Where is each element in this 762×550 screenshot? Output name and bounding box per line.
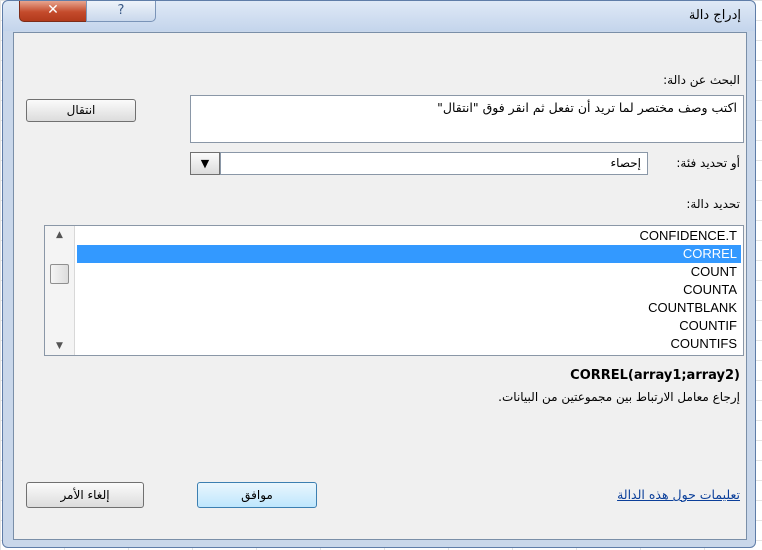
function-description: إرجاع معامل الارتباط بين مجموعتين من الب… bbox=[498, 390, 740, 404]
category-label: أو تحديد فئة: bbox=[676, 156, 740, 170]
function-list-item[interactable]: COUNTBLANK bbox=[77, 299, 741, 317]
ok-button[interactable]: موافق bbox=[197, 482, 317, 508]
category-select[interactable]: إحصاء bbox=[220, 152, 648, 175]
function-list-item[interactable]: COUNTIFS bbox=[77, 335, 741, 353]
close-button[interactable]: ✕ bbox=[19, 1, 87, 22]
function-list-item[interactable]: CONFIDENCE.T bbox=[77, 227, 741, 245]
scroll-thumb[interactable] bbox=[50, 264, 69, 284]
function-list-item[interactable]: COUNTIF bbox=[77, 317, 741, 335]
list-scrollbar[interactable]: ▲ ▼ bbox=[45, 226, 75, 355]
help-icon: ? bbox=[117, 3, 125, 18]
search-label: البحث عن دالة: bbox=[663, 73, 740, 87]
scroll-down-icon[interactable]: ▼ bbox=[45, 337, 74, 355]
close-icon: ✕ bbox=[47, 2, 59, 18]
function-list-item[interactable]: CORREL bbox=[77, 245, 741, 263]
search-input[interactable]: اكتب وصف مختصر لما تريد أن تفعل ثم انقر … bbox=[190, 95, 744, 143]
chevron-down-icon: ▼ bbox=[200, 157, 210, 170]
function-items: CONFIDENCE.T CORREL COUNT COUNTA COUNTBLANK C… bbox=[77, 227, 741, 353]
function-list-item[interactable]: COUNTA bbox=[77, 281, 741, 299]
function-signature: CORREL(array1;array2) bbox=[570, 368, 740, 383]
help-button[interactable]: ? bbox=[86, 1, 156, 22]
function-list-item[interactable]: COUNT bbox=[77, 263, 741, 281]
dialog-body: البحث عن دالة: اكتب وصف مختصر لما تريد أ… bbox=[13, 32, 747, 540]
function-listbox[interactable]: ▲ ▼ CONFIDENCE.T CORREL COUNT COUNTA COUNTBL… bbox=[44, 225, 744, 356]
scroll-up-icon[interactable]: ▲ bbox=[45, 226, 74, 244]
dialog-title: إدراج دالة bbox=[688, 8, 741, 23]
title-bar[interactable]: ✕ ? إدراج دالة bbox=[3, 1, 755, 31]
function-list-label: تحديد دالة: bbox=[686, 197, 740, 211]
cancel-button[interactable]: إلغاء الأمر bbox=[26, 482, 144, 508]
function-help-link[interactable]: تعليمات حول هذه الدالة bbox=[617, 487, 740, 502]
insert-function-dialog: ✕ ? إدراج دالة البحث عن دالة: اكتب وصف م… bbox=[2, 0, 756, 548]
category-dropdown-button[interactable]: ▼ bbox=[190, 152, 220, 175]
go-button[interactable]: انتقال bbox=[26, 99, 136, 122]
